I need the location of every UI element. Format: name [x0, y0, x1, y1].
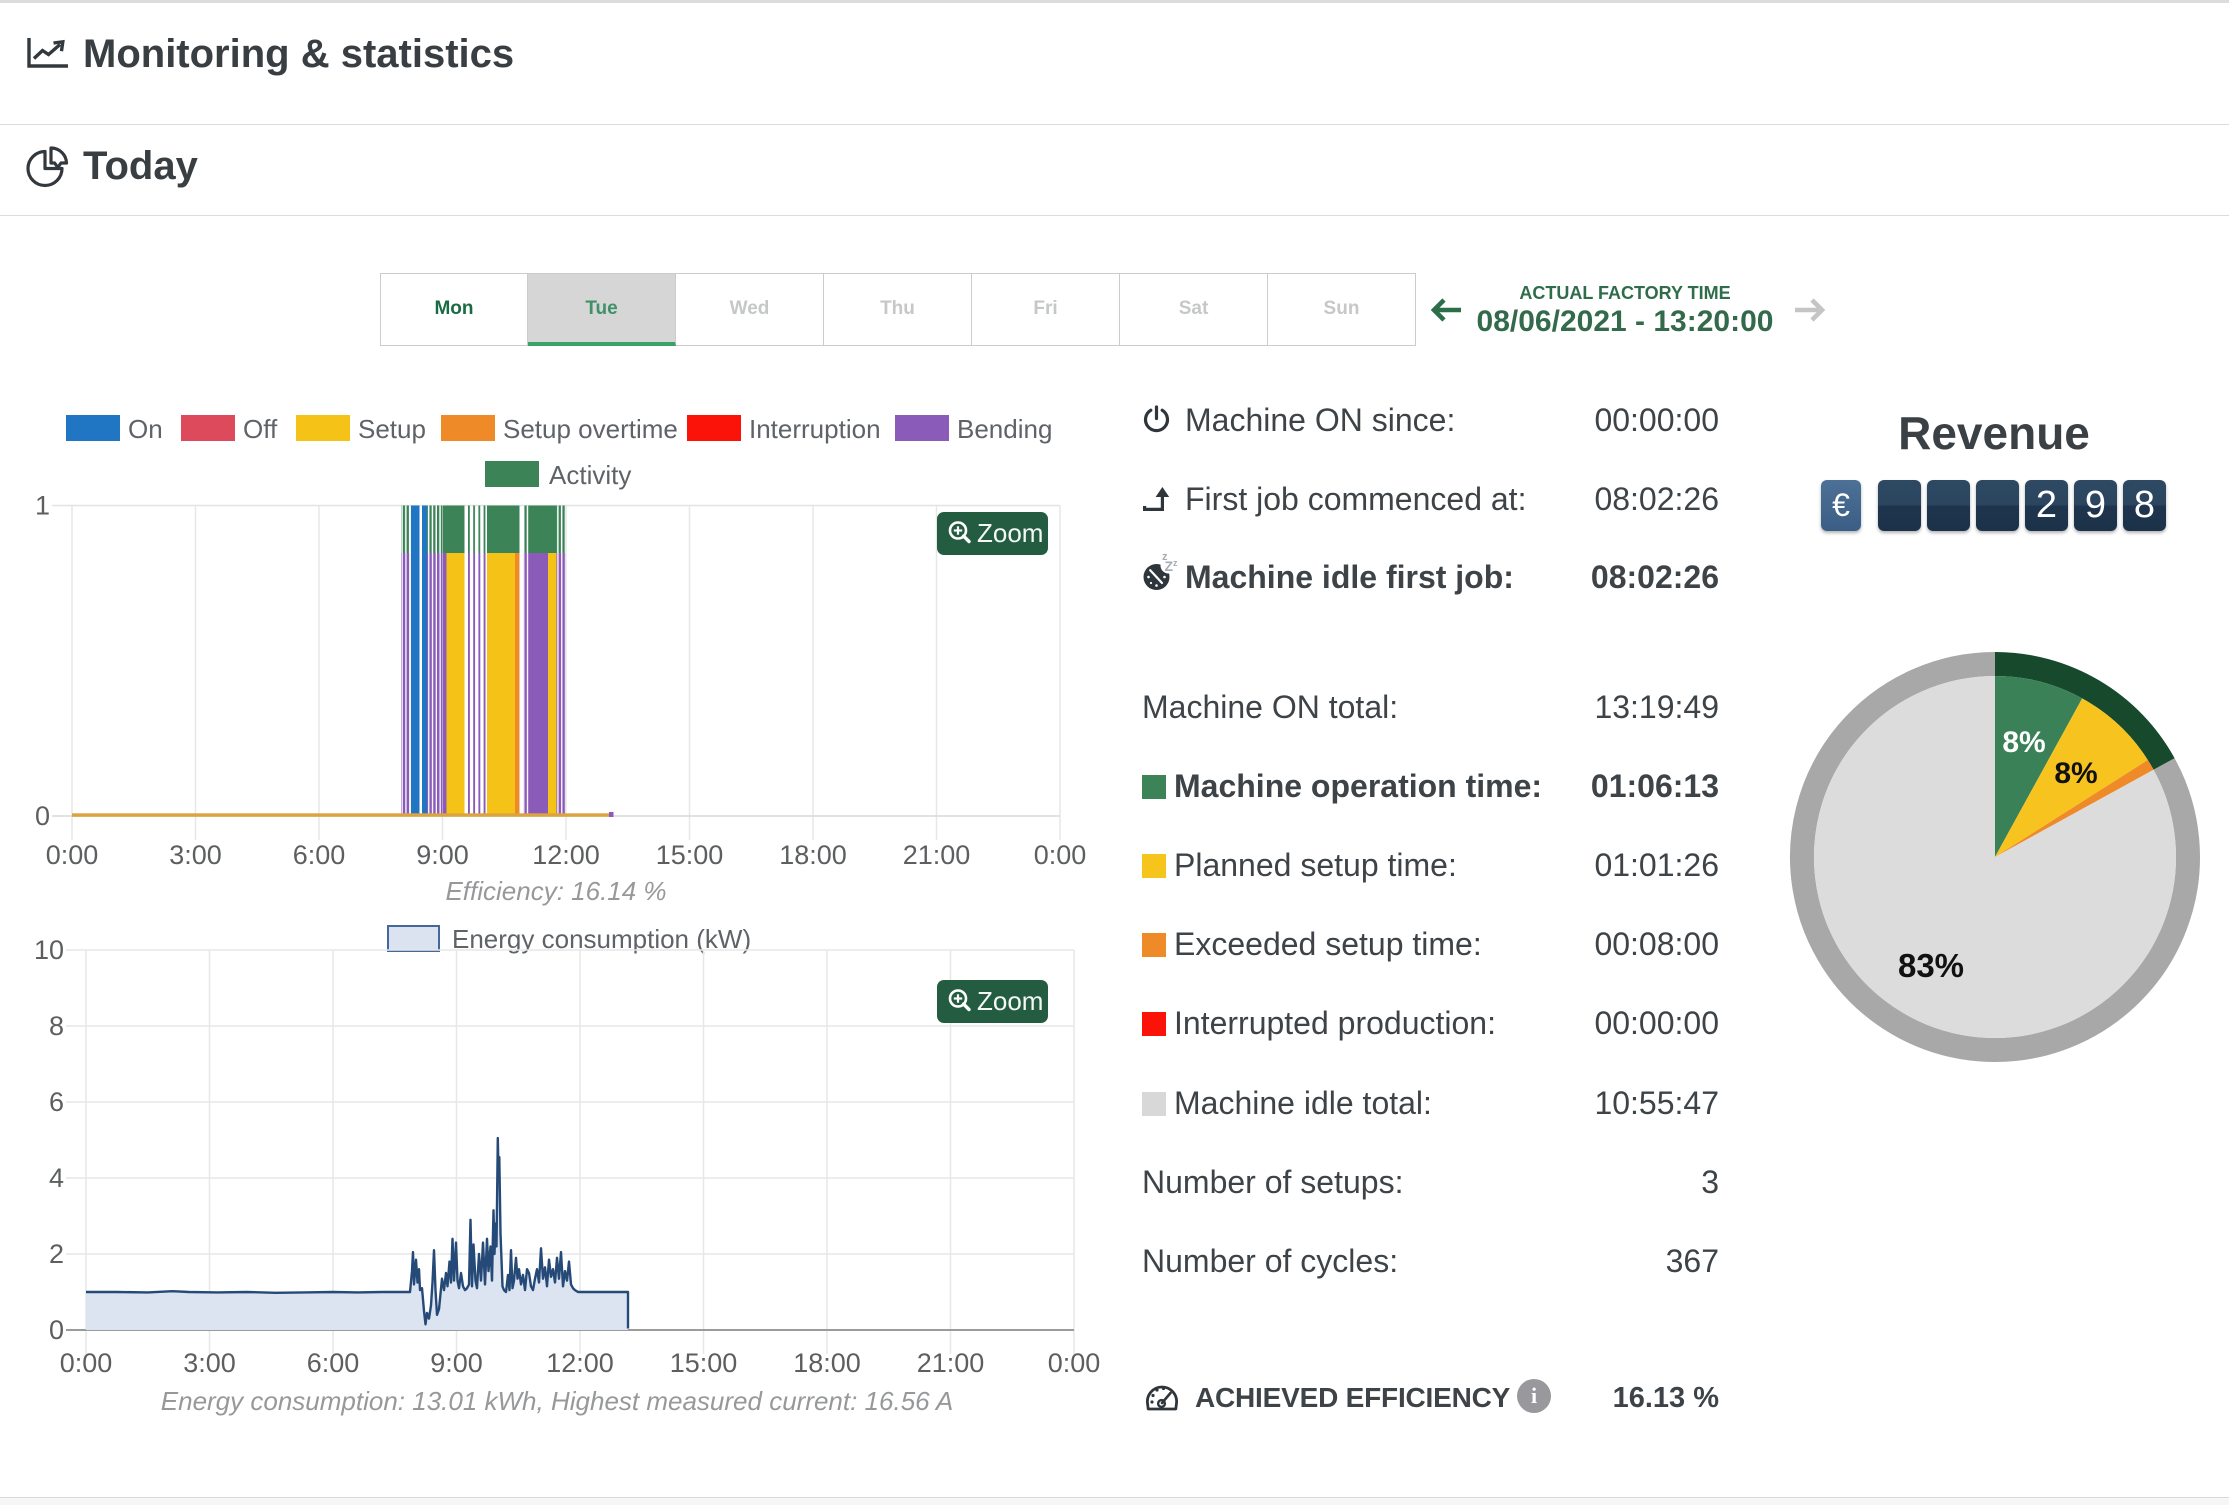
svg-text:6:00: 6:00: [293, 840, 346, 870]
svg-text:10: 10: [34, 940, 64, 965]
svg-text:4: 4: [49, 1163, 64, 1193]
svg-text:Zoom: Zoom: [977, 986, 1043, 1016]
svg-text:0: 0: [49, 1315, 64, 1345]
svg-text:8%: 8%: [2054, 757, 2097, 790]
svg-text:0:00: 0:00: [60, 1348, 113, 1378]
svg-text:9:00: 9:00: [416, 840, 469, 870]
svg-text:12:00: 12:00: [546, 1348, 614, 1378]
svg-text:2: 2: [49, 1239, 64, 1269]
svg-text:15:00: 15:00: [670, 1348, 738, 1378]
svg-text:3:00: 3:00: [169, 840, 222, 870]
svg-text:8: 8: [49, 1011, 64, 1041]
svg-text:18:00: 18:00: [793, 1348, 861, 1378]
svg-text:0: 0: [35, 801, 50, 831]
svg-text:9:00: 9:00: [430, 1348, 483, 1378]
svg-text:0:00: 0:00: [1034, 840, 1087, 870]
svg-text:18:00: 18:00: [779, 840, 847, 870]
svg-text:0:00: 0:00: [1048, 1348, 1101, 1378]
svg-text:Zoom: Zoom: [977, 518, 1043, 548]
svg-text:6: 6: [49, 1087, 64, 1117]
svg-text:3:00: 3:00: [183, 1348, 236, 1378]
svg-text:1: 1: [35, 491, 50, 521]
svg-text:z: z: [1173, 558, 1178, 568]
svg-text:21:00: 21:00: [917, 1348, 985, 1378]
svg-text:0:00: 0:00: [46, 840, 99, 870]
svg-text:8%: 8%: [2002, 726, 2045, 759]
svg-text:6:00: 6:00: [307, 1348, 360, 1378]
svg-text:15:00: 15:00: [656, 840, 724, 870]
svg-text:21:00: 21:00: [903, 840, 971, 870]
svg-text:83%: 83%: [1898, 947, 1964, 984]
svg-text:12:00: 12:00: [532, 840, 600, 870]
